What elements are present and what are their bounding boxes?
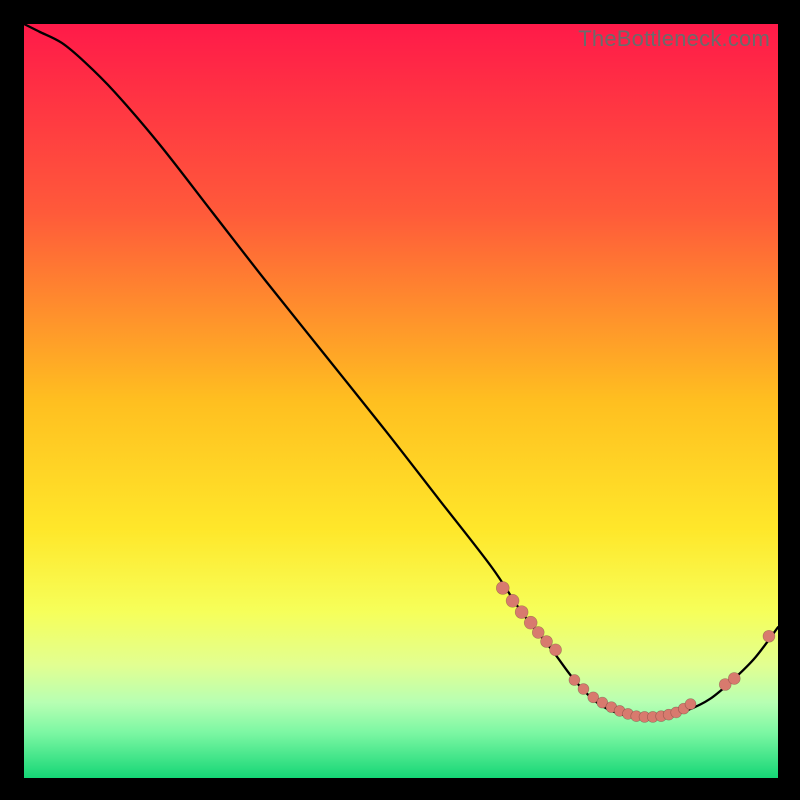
data-point (541, 636, 553, 648)
plot-area: TheBottleneck.com (24, 24, 778, 778)
data-point (532, 626, 544, 638)
chart-container: TheBottleneck.com (0, 0, 800, 800)
data-point (728, 672, 740, 684)
gradient-background (24, 24, 778, 778)
data-point (496, 581, 509, 594)
watermark-label: TheBottleneck.com (578, 26, 770, 52)
data-point (763, 630, 775, 642)
data-point (685, 699, 696, 710)
data-point (550, 644, 562, 656)
data-point (578, 684, 589, 695)
chart-svg (24, 24, 778, 778)
data-point (506, 594, 519, 607)
data-point (515, 606, 528, 619)
data-point (569, 674, 580, 685)
